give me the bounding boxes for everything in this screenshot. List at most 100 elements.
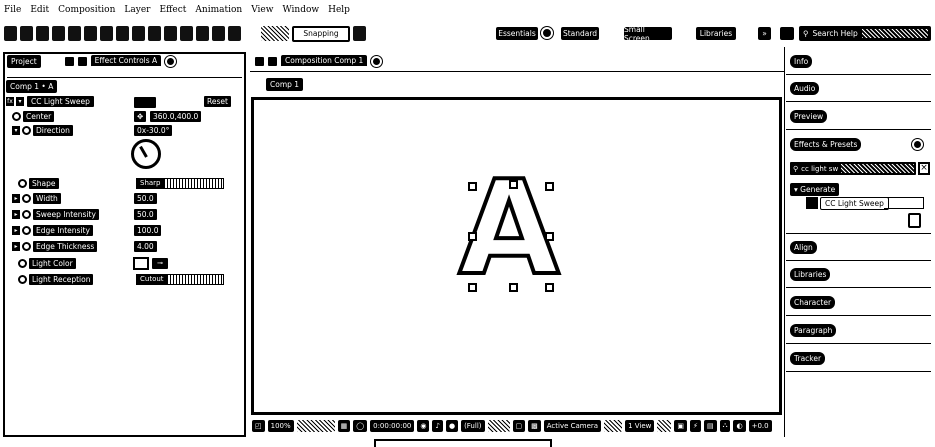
- eraser-tool-icon[interactable]: [196, 26, 209, 41]
- panel-tracker[interactable]: Tracker: [790, 352, 826, 365]
- stopwatch-icon[interactable]: [22, 194, 31, 203]
- panel-libraries[interactable]: Libraries: [790, 268, 831, 281]
- exposure-value[interactable]: +0.0: [748, 419, 772, 432]
- camera-arrow[interactable]: [604, 419, 623, 432]
- fast-previews-icon[interactable]: ⚡: [690, 419, 701, 432]
- effects-search-field[interactable]: ⚲ cc light sw: [790, 162, 916, 175]
- rotate-tool-icon[interactable]: [68, 26, 81, 41]
- reset-exposure-icon[interactable]: ◐: [733, 419, 746, 432]
- letter-a-layer[interactable]: A: [454, 156, 564, 300]
- workspace-options-icon[interactable]: [780, 27, 794, 40]
- transform-handle[interactable]: [468, 283, 477, 292]
- align-tools-icon[interactable]: [261, 26, 289, 41]
- menu-composition[interactable]: Composition: [58, 5, 115, 15]
- zoom-tool-icon[interactable]: [52, 26, 65, 41]
- workspace-small-screen[interactable]: Small Screen: [624, 25, 672, 43]
- composition-viewer[interactable]: A: [251, 97, 782, 415]
- magnification-dropdown[interactable]: 100%: [267, 419, 294, 432]
- resolution-arrow[interactable]: [487, 419, 510, 432]
- resolution-dropdown[interactable]: (Full): [461, 419, 485, 432]
- menu-window[interactable]: Window: [282, 5, 319, 15]
- shape-tool-icon[interactable]: [116, 26, 129, 41]
- workspace-standard[interactable]: Standard: [561, 27, 599, 40]
- transparency-grid-icon[interactable]: ▩: [528, 419, 541, 432]
- menu-file[interactable]: File: [4, 5, 21, 15]
- stopwatch-icon[interactable]: [18, 179, 27, 188]
- close-icon[interactable]: [64, 57, 74, 66]
- panel-paragraph[interactable]: Paragraph: [790, 324, 837, 337]
- search-help-input[interactable]: [861, 29, 928, 38]
- stopwatch-icon[interactable]: [12, 112, 21, 121]
- panel-preview[interactable]: Preview: [790, 110, 828, 123]
- stopwatch-icon[interactable]: [22, 226, 31, 235]
- panel-menu-icon[interactable]: [912, 139, 923, 150]
- center-value[interactable]: 360.0,400.0: [150, 111, 202, 122]
- transform-handle[interactable]: [509, 180, 518, 189]
- close-icon[interactable]: [255, 57, 264, 66]
- menu-animation[interactable]: Animation: [195, 5, 242, 15]
- sweep-intensity-value[interactable]: 50.0: [134, 209, 157, 220]
- direction-dial[interactable]: [131, 139, 161, 169]
- puppet-tool-icon[interactable]: [228, 26, 241, 41]
- toggle-pixel-aspect-icon[interactable]: ▣: [674, 419, 688, 432]
- timeline-icon[interactable]: ▤: [703, 419, 717, 432]
- stopwatch-icon[interactable]: [18, 275, 27, 284]
- lock-icon[interactable]: [268, 57, 277, 66]
- timecode-field[interactable]: 0:00:00:00: [370, 419, 415, 432]
- panel-effects-presets[interactable]: Effects & Presets: [790, 138, 862, 151]
- pen-tool-icon[interactable]: [132, 26, 145, 41]
- always-preview-icon[interactable]: ◰: [252, 419, 265, 432]
- home-icon[interactable]: [4, 26, 17, 41]
- expand-triangle-icon[interactable]: ▸: [12, 242, 20, 251]
- region-of-interest-icon[interactable]: ▢: [512, 419, 526, 432]
- expand-triangle-icon[interactable]: ▸: [12, 194, 20, 203]
- panel-info[interactable]: Info: [790, 55, 813, 68]
- camera-tool-icon[interactable]: [84, 26, 97, 41]
- grid-icon[interactable]: ▦: [337, 419, 351, 432]
- clear-search-icon[interactable]: ×: [918, 162, 930, 175]
- pan-behind-tool-icon[interactable]: [100, 26, 113, 41]
- expand-triangle-icon[interactable]: ▾: [12, 126, 20, 135]
- panel-align[interactable]: Align: [790, 241, 817, 254]
- menu-layer[interactable]: Layer: [124, 5, 150, 15]
- crosshair-icon[interactable]: ✥: [134, 111, 146, 122]
- fx-toggle-icon[interactable]: fx: [6, 97, 14, 106]
- new-folder-icon[interactable]: [908, 213, 921, 228]
- stopwatch-icon[interactable]: [18, 259, 27, 268]
- expand-triangle-icon[interactable]: ▸: [12, 226, 20, 235]
- brush-tool-icon[interactable]: [164, 26, 177, 41]
- snapshot-icon[interactable]: ◉: [417, 419, 430, 432]
- view-layout-dropdown[interactable]: 1 View: [625, 419, 655, 432]
- search-help-field[interactable]: ⚲ Search Help: [799, 26, 931, 41]
- direction-value[interactable]: 0x-30.0°: [134, 125, 173, 136]
- stopwatch-icon[interactable]: [22, 126, 31, 135]
- clone-stamp-tool-icon[interactable]: [180, 26, 193, 41]
- view-layout-arrow[interactable]: [657, 419, 672, 432]
- lock-icon[interactable]: [77, 57, 87, 66]
- panel-menu-icon[interactable]: [165, 56, 177, 67]
- light-reception-dropdown[interactable]: Cutout: [136, 274, 224, 285]
- panel-audio[interactable]: Audio: [790, 82, 820, 95]
- reset-button[interactable]: Reset: [204, 96, 231, 107]
- camera-dropdown[interactable]: Active Camera: [543, 419, 602, 432]
- category-generate[interactable]: ▾ Generate: [790, 183, 840, 196]
- width-value[interactable]: 50.0: [134, 193, 157, 204]
- edge-intensity-value[interactable]: 100.0: [134, 225, 162, 236]
- workspace-essentials[interactable]: Essentials: [496, 27, 538, 40]
- transform-handle[interactable]: [545, 283, 554, 292]
- snapping-toggle[interactable]: Snapping: [292, 25, 350, 42]
- mask-visibility-icon[interactable]: ◯: [353, 419, 368, 432]
- type-tool-icon[interactable]: [148, 26, 161, 41]
- collapse-triangle-icon[interactable]: ▾: [16, 97, 24, 106]
- selection-tool-icon[interactable]: [20, 26, 33, 41]
- stopwatch-icon[interactable]: [22, 210, 31, 219]
- transform-handle[interactable]: [545, 182, 554, 191]
- effect-name-label[interactable]: CC Light Sweep: [26, 95, 95, 108]
- comp-tab[interactable]: Comp 1: [266, 78, 304, 91]
- snap-options-icon[interactable]: [353, 26, 366, 41]
- eyedropper-icon[interactable]: ⊸: [152, 258, 168, 269]
- workspace-libraries[interactable]: Libraries: [696, 27, 736, 40]
- tab-effect-controls[interactable]: Effect Controls A: [90, 55, 162, 68]
- light-color-swatch[interactable]: [133, 257, 149, 270]
- edge-thickness-value[interactable]: 4.00: [134, 241, 157, 252]
